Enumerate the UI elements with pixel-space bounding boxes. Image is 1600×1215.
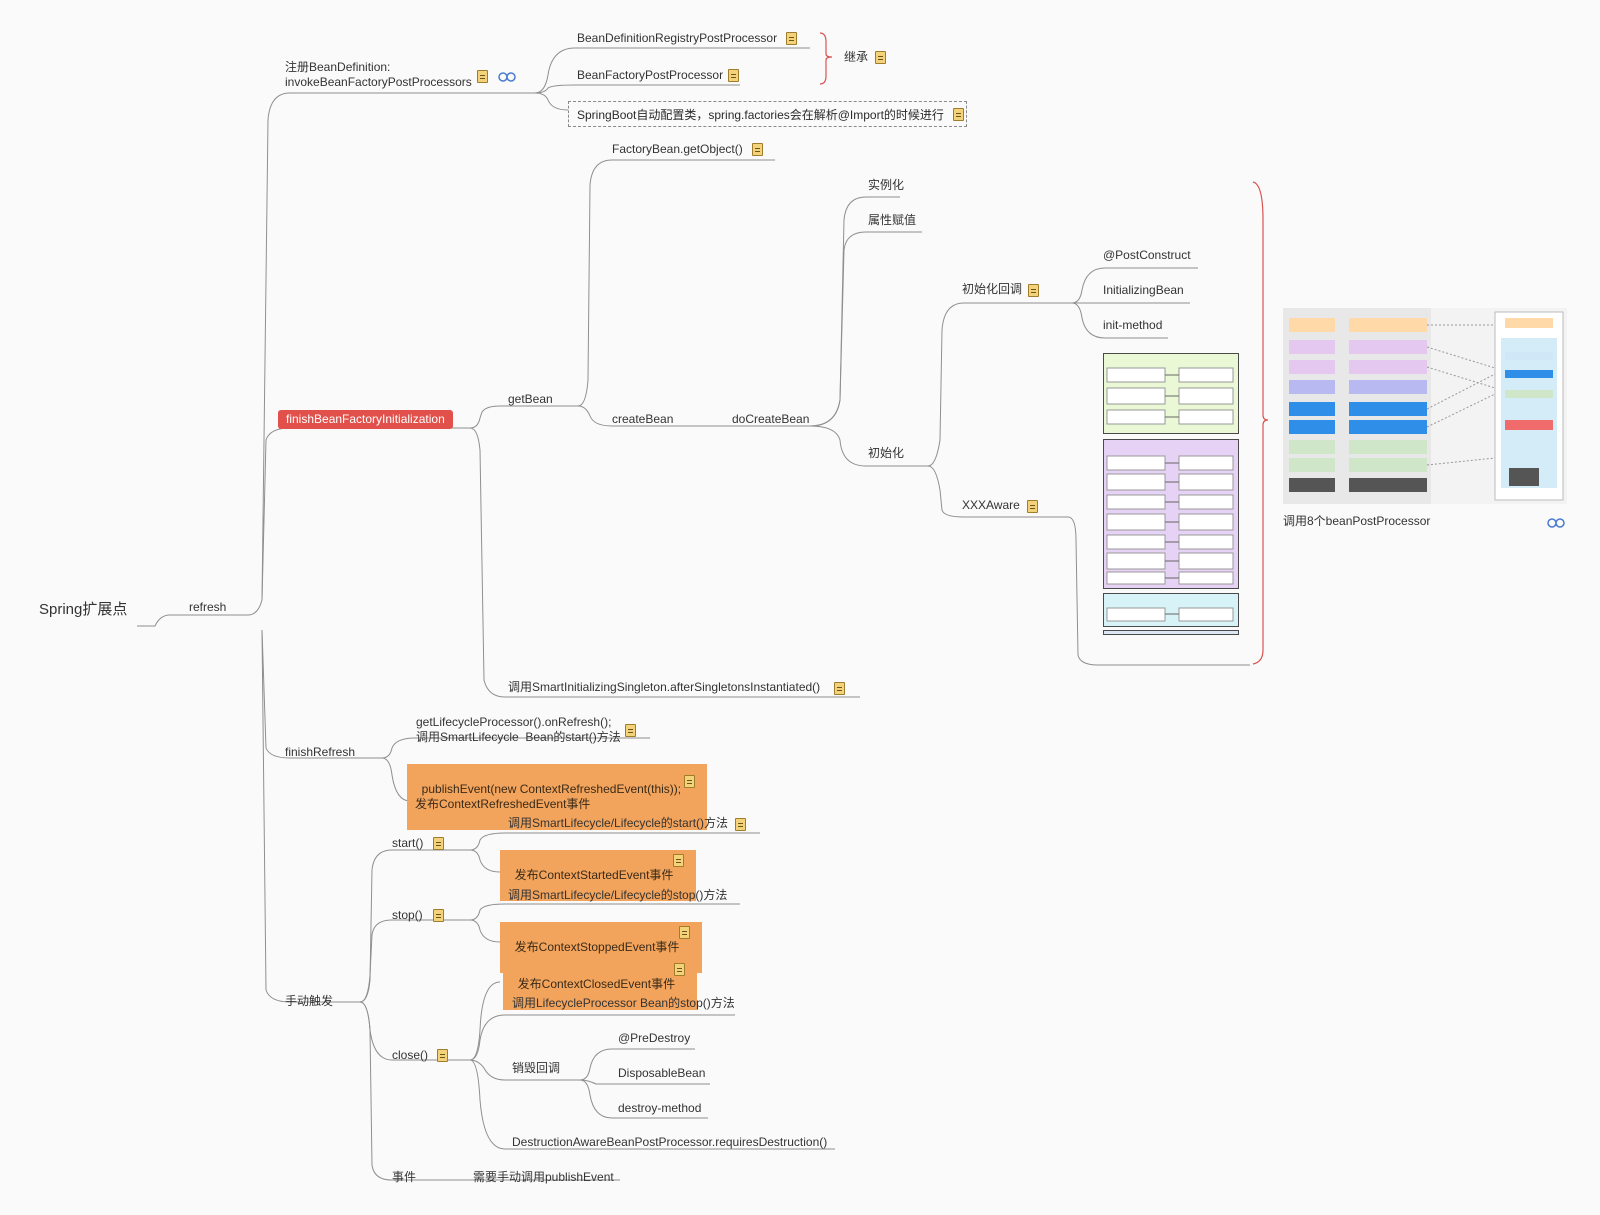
note-icon[interactable] [674, 963, 685, 976]
topic-create-bean[interactable]: createBean [612, 412, 673, 427]
topic-initialize[interactable]: 初始化 [868, 446, 904, 461]
topic-springboot-autoconfig[interactable]: SpringBoot自动配置类，spring.factories会在解析@Imp… [568, 101, 968, 127]
mindmap-connectors [137, 32, 1269, 1181]
note-icon[interactable] [728, 69, 739, 82]
note-icon[interactable] [875, 51, 886, 64]
bean-post-processor-diagram[interactable] [1283, 308, 1567, 504]
note-icon[interactable] [834, 682, 845, 695]
topic-manual-publish-event[interactable]: 需要手动调用publishEvent [473, 1170, 614, 1185]
topic-close-lifecycle-processor[interactable]: 调用LifecycleProcessor Bean的stop()方法 [512, 996, 735, 1011]
topic-pre-destroy[interactable]: @PreDestroy [618, 1031, 690, 1046]
topic-instantiate[interactable]: 实例化 [868, 178, 904, 193]
publish-context-refreshed-text: publishEvent(new ContextRefreshedEvent(t… [415, 782, 682, 811]
topic-init-callback[interactable]: 初始化回调 [962, 282, 1022, 297]
note-icon[interactable] [437, 1049, 448, 1062]
note-icon[interactable] [786, 32, 797, 45]
topic-manual-trigger[interactable]: 手动触发 [285, 994, 333, 1009]
root-topic[interactable]: Spring扩展点 [39, 601, 127, 619]
note-icon[interactable] [679, 926, 690, 939]
note-icon[interactable] [433, 909, 444, 922]
link-icon[interactable] [498, 72, 516, 82]
topic-disposable-bean[interactable]: DisposableBean [618, 1066, 705, 1081]
topic-get-bean[interactable]: getBean [508, 392, 553, 407]
aware-methods-diagram[interactable] [1103, 353, 1239, 635]
note-icon[interactable] [735, 818, 746, 831]
topic-populate[interactable]: 属性赋值 [868, 213, 916, 228]
publish-context-stopped-text: 发布ContextStoppedEvent事件 [514, 940, 680, 954]
springboot-autoconfig-text: SpringBoot自动配置类，spring.factories会在解析@Imp… [577, 108, 944, 122]
topic-start[interactable]: start() [392, 836, 423, 851]
topic-stop[interactable]: stop() [392, 908, 423, 923]
publish-context-started-text: 发布ContextStartedEvent事件 [514, 868, 674, 882]
topic-destroy-callback[interactable]: 销毁回调 [512, 1061, 560, 1076]
topic-registry-post-processor[interactable]: BeanDefinitionRegistryPostProcessor [577, 31, 777, 46]
note-icon[interactable] [752, 143, 763, 156]
note-icon[interactable] [684, 775, 695, 788]
topic-smart-initializing-singleton[interactable]: 调用SmartInitializingSingleton.afterSingle… [508, 680, 820, 695]
topic-refresh[interactable]: refresh [189, 600, 226, 615]
topic-destroy-method[interactable]: destroy-method [618, 1101, 701, 1116]
note-icon[interactable] [625, 724, 636, 737]
topic-inherit[interactable]: 继承 [844, 50, 868, 65]
topic-register-bean-definition[interactable]: 注册BeanDefinition: invokeBeanFactoryPostP… [285, 60, 472, 90]
caption-bean-post-processor: 调用8个beanPostProcessor [1283, 514, 1431, 528]
note-icon[interactable] [477, 70, 488, 83]
topic-event[interactable]: 事件 [392, 1170, 416, 1185]
topic-post-construct[interactable]: @PostConstruct [1103, 248, 1191, 263]
topic-factory-post-processor[interactable]: BeanFactoryPostProcessor [577, 68, 723, 83]
topic-xxx-aware[interactable]: XXXAware [962, 498, 1020, 513]
note-icon[interactable] [953, 108, 965, 121]
topic-close[interactable]: close() [392, 1048, 428, 1063]
topic-finish-refresh[interactable]: finishRefresh [285, 745, 355, 760]
topic-init-method[interactable]: init-method [1103, 318, 1162, 333]
note-icon[interactable] [673, 854, 684, 867]
note-icon[interactable] [1028, 284, 1039, 297]
topic-initializing-bean[interactable]: InitializingBean [1103, 283, 1184, 298]
topic-finish-bean-factory-init[interactable]: finishBeanFactoryInitialization [278, 410, 453, 429]
topic-destruction-aware[interactable]: DestructionAwareBeanPostProcessor.requir… [512, 1135, 827, 1150]
publish-context-closed-text: 发布ContextClosedEvent事件 [517, 977, 676, 991]
topic-lifecycle-on-refresh[interactable]: getLifecycleProcessor().onRefresh(); 调用S… [416, 715, 621, 745]
topic-start-lifecycle[interactable]: 调用SmartLifecycle/Lifecycle的start()方法 [508, 816, 728, 831]
topic-factory-bean-get-object[interactable]: FactoryBean.getObject() [612, 142, 743, 157]
topic-do-create-bean[interactable]: doCreateBean [732, 412, 809, 427]
link-icon[interactable] [1547, 518, 1565, 528]
topic-stop-lifecycle[interactable]: 调用SmartLifecycle/Lifecycle的stop()方法 [508, 888, 727, 903]
note-icon[interactable] [433, 837, 444, 850]
note-icon[interactable] [1027, 500, 1038, 513]
